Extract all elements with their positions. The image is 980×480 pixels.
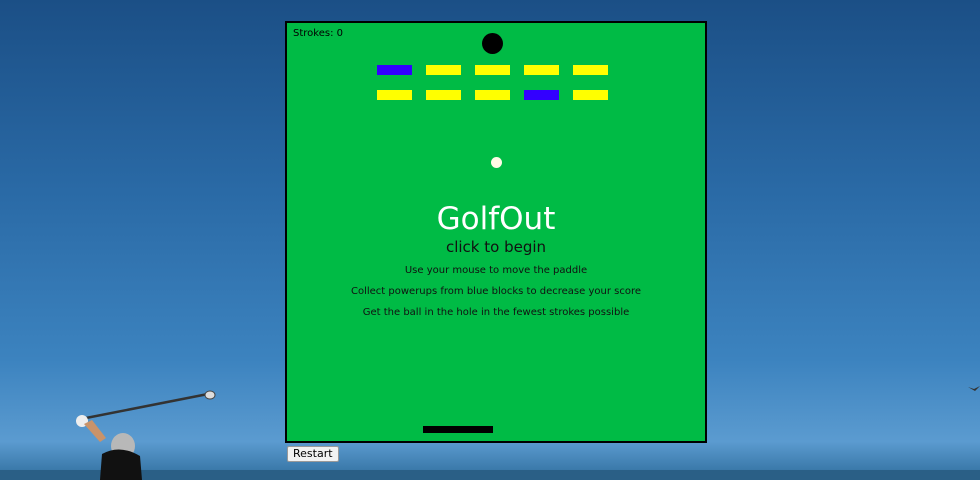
brick [426, 65, 461, 75]
brick [475, 65, 510, 75]
golf-hole [482, 33, 503, 54]
powerup-brick [524, 90, 559, 100]
powerup-brick [377, 65, 412, 75]
game-canvas[interactable]: Strokes: 0 GolfOut click to begin Use yo… [285, 21, 707, 443]
golf-ball [491, 157, 502, 168]
bird-silhouette [968, 386, 980, 391]
brick [573, 65, 608, 75]
brick [524, 65, 559, 75]
strokes-counter: Strokes: 0 [293, 28, 343, 39]
instruction-line: Get the ball in the hole in the fewest s… [362, 307, 630, 318]
paddle[interactable] [423, 426, 493, 433]
brick [475, 90, 510, 100]
start-prompt: click to begin [445, 238, 547, 256]
brick [426, 90, 461, 100]
game-title: GolfOut [436, 201, 556, 237]
restart-button[interactable]: Restart [287, 446, 339, 462]
brick [377, 90, 412, 100]
instruction-line: Use your mouse to move the paddle [404, 265, 588, 276]
instruction-line: Collect powerups from blue blocks to dec… [350, 286, 642, 297]
brick [573, 90, 608, 100]
golfer-background-image [76, 390, 216, 480]
